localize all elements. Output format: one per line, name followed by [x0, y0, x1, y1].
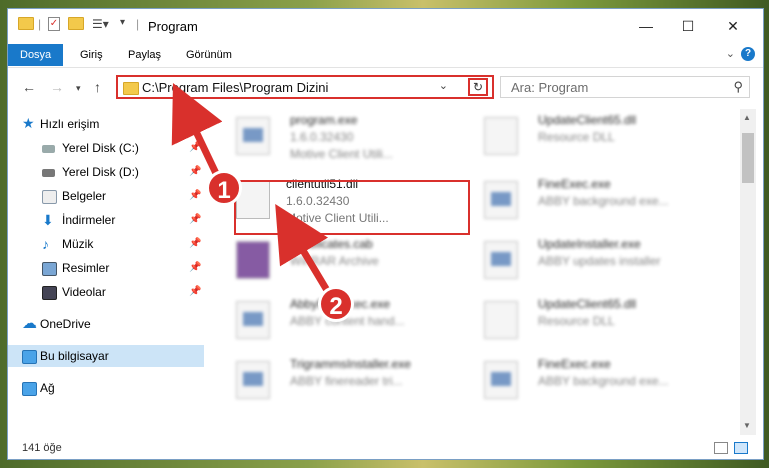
step-badge-2: 2 — [318, 286, 354, 322]
arrow-to-dll-file — [275, 203, 332, 294]
step-badge-1: 1 — [206, 170, 242, 206]
annotation-arrows — [171, 83, 332, 294]
